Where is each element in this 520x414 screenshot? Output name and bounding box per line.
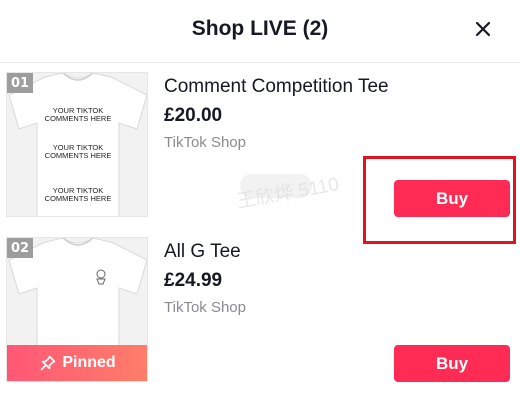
pinned-label: Pinned: [62, 354, 116, 371]
pin-icon: [41, 355, 56, 371]
product-name[interactable]: Comment Competition Tee: [164, 76, 389, 98]
product-index-badge: 02: [7, 238, 33, 258]
product-item[interactable]: 02 Pinned All G Tee £24.99 TikTok Shop B…: [0, 237, 520, 387]
product-shop: TikTok Shop: [164, 134, 246, 151]
product-price: £20.00: [164, 105, 223, 126]
highlight-box: [363, 156, 516, 244]
shop-header: Shop LIVE (2): [0, 0, 520, 63]
shirt-print-line: COMMENTS HERE: [45, 151, 112, 160]
product-thumbnail[interactable]: 02 Pinned: [6, 237, 148, 382]
pinned-badge[interactable]: Pinned: [7, 345, 147, 381]
product-thumbnail[interactable]: YOUR TIKTOK COMMENTS HERE YOUR TIKTOK CO…: [6, 72, 148, 217]
product-index-badge: 01: [7, 73, 33, 93]
close-icon: [475, 21, 491, 37]
tshirt-image: YOUR TIKTOK COMMENTS HERE YOUR TIKTOK CO…: [8, 73, 147, 216]
page-title: Shop LIVE (2): [191, 17, 329, 40]
shirt-print-line: COMMENTS HERE: [45, 194, 112, 203]
product-name[interactable]: All G Tee: [164, 241, 241, 263]
buy-button[interactable]: Buy: [394, 345, 510, 382]
product-shop: TikTok Shop: [164, 299, 246, 316]
close-button[interactable]: [468, 14, 498, 44]
shirt-print-line: COMMENTS HERE: [45, 114, 112, 123]
product-price: £24.99: [164, 270, 223, 291]
